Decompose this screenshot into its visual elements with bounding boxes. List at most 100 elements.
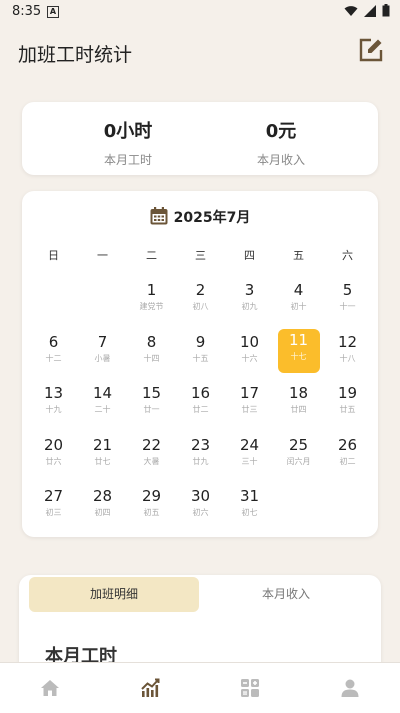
calendar-day[interactable]: 26 初二 — [323, 434, 372, 478]
day-number: 24 — [239, 435, 260, 454]
tab-overtime-details[interactable]: 加班明细 — [29, 577, 199, 612]
hours-label: 本月工时 — [103, 153, 152, 167]
calendar-day[interactable]: 5 十一 — [323, 279, 372, 323]
calendar-day[interactable]: 18 廿四 — [274, 382, 323, 426]
calendar-day[interactable]: 9 十五 — [176, 331, 225, 375]
calendar-day[interactable]: 1 建党节 — [127, 279, 176, 323]
day-number: 1 — [146, 281, 157, 299]
status-time: 8:35 — [12, 4, 42, 19]
lunar-label: 廿三 — [241, 405, 258, 414]
calendar-day[interactable]: 25 闰六月 — [274, 434, 323, 478]
lunar-label: 十五 — [192, 353, 209, 363]
calendar-header[interactable]: 2025年7月 — [22, 207, 378, 227]
hours-stat: 0小时 本月工时 — [68, 117, 188, 168]
calendar-week-row: 20 廿六 21 廿七 22 大暑 23 廿九 24 三十 25 闰六月 26 初二 — [29, 434, 372, 486]
lunar-label: 廿四 — [290, 405, 307, 414]
calendar-day[interactable]: 3 初九 — [225, 279, 274, 323]
lunar-label: 大暑 — [143, 456, 160, 466]
lunar-label: 十二 — [45, 353, 62, 363]
calendar-week-row: 1 建党节 2 初八 3 初九 4 初十 5 十一 — [29, 279, 372, 331]
edit-button[interactable] — [358, 37, 384, 63]
nav-home[interactable] — [0, 663, 100, 713]
tab-monthly-income[interactable]: 本月收入 — [201, 577, 371, 612]
status-bar: 8:35 A — [0, 0, 400, 24]
calendar-day[interactable]: 20 廿六 — [29, 434, 78, 478]
nav-profile[interactable] — [300, 663, 400, 713]
calendar-day[interactable]: 31 初七 — [225, 485, 274, 529]
grid-icon — [241, 679, 259, 697]
calendar-day[interactable]: 2 初八 — [176, 279, 225, 323]
hours-value: 0小时 — [103, 121, 153, 142]
day-number: 30 — [190, 487, 211, 505]
day-number: 6 — [48, 332, 59, 351]
calendar-week-row: 27 初三 28 初四 29 初五 30 初六 31 初七 — [29, 485, 372, 537]
calendar-grid: 1 建党节 2 初八 3 初九 4 初十 5 十一 6 十二 7 小暑 8 十四 9 十五 10 十六 11 十七 12 十八… — [29, 279, 372, 537]
bottom-nav — [0, 662, 400, 713]
lunar-label: 十一 — [339, 302, 356, 311]
lunar-label: 小暑 — [94, 353, 111, 363]
day-number: 28 — [92, 487, 113, 505]
income-label: 本月收入 — [256, 153, 305, 167]
calendar-day[interactable]: 17 廿三 — [225, 382, 274, 426]
calendar-empty-cell — [274, 485, 323, 529]
lunar-label: 初三 — [45, 508, 62, 517]
calendar-day[interactable]: 8 十四 — [127, 331, 176, 375]
weekday-label: 六 — [342, 249, 353, 262]
lunar-label: 闰六月 — [286, 456, 311, 466]
calendar-day[interactable]: 28 初四 — [78, 485, 127, 529]
day-number: 31 — [239, 487, 260, 505]
calendar-day[interactable]: 7 小暑 — [78, 331, 127, 375]
day-number: 18 — [288, 384, 309, 402]
day-number: 15 — [141, 384, 162, 402]
stats-card: 0小时 本月工时 0元 本月收入 — [22, 102, 378, 175]
lunar-label: 初九 — [241, 302, 258, 311]
calendar-day[interactable]: 12 十八 — [323, 331, 372, 375]
day-number: 3 — [244, 281, 255, 299]
calendar-day[interactable]: 23 廿九 — [176, 434, 225, 478]
day-number: 13 — [43, 384, 64, 402]
day-number: 20 — [43, 435, 64, 454]
day-number: 29 — [141, 487, 162, 505]
day-number: 5 — [342, 281, 353, 299]
nav-statistics[interactable] — [100, 663, 200, 713]
calendar-day[interactable]: 16 廿二 — [176, 382, 225, 426]
calendar-day[interactable]: 6 十二 — [29, 331, 78, 375]
income-value: 0元 — [265, 121, 297, 142]
day-number: 14 — [92, 384, 113, 402]
chart-icon — [141, 678, 160, 697]
calendar-icon — [150, 207, 168, 225]
calendar-card: 2025年7月 日 一 二 三 四 五 六 1 建党节 2 初八 3 初九 4 初十 5 十一 6 十二 7 小暑 8 十… — [22, 191, 378, 537]
lunar-label: 二十 — [94, 405, 111, 414]
weekday-row: 日一二三四五六 — [29, 247, 372, 263]
calendar-day[interactable]: 21 廿七 — [78, 434, 127, 478]
day-number: 2 — [195, 281, 206, 299]
lunar-label: 初四 — [94, 508, 111, 517]
calendar-day[interactable]: 29 初五 — [127, 485, 176, 529]
weekday-label: 三 — [195, 249, 206, 262]
calendar-day[interactable]: 10 十六 — [225, 331, 274, 375]
calendar-day-selected[interactable]: 11 十七 — [277, 328, 320, 373]
calendar-day[interactable]: 15 廿一 — [127, 382, 176, 426]
calendar-day[interactable]: 14 二十 — [78, 382, 127, 426]
calendar-day[interactable]: 27 初三 — [29, 485, 78, 529]
lunar-label: 初五 — [143, 508, 160, 517]
day-number: 8 — [146, 332, 157, 351]
calendar-week-row: 6 十二 7 小暑 8 十四 9 十五 10 十六 11 十七 12 十八 — [29, 328, 372, 383]
day-number: 9 — [195, 332, 206, 351]
day-number: 19 — [337, 384, 358, 402]
calendar-day[interactable]: 22 大暑 — [127, 434, 176, 478]
calendar-week-row: 13 十九 14 二十 15 廿一 16 廿二 17 廿三 18 廿四 19 廿五 — [29, 382, 372, 434]
weekday-label: 日 — [48, 249, 59, 262]
lunar-label: 十四 — [143, 353, 160, 363]
nav-tools[interactable] — [200, 663, 300, 713]
calendar-day[interactable]: 13 十九 — [29, 382, 78, 426]
lunar-label: 初八 — [192, 302, 209, 311]
calendar-day[interactable]: 30 初六 — [176, 485, 225, 529]
calendar-day[interactable]: 4 初十 — [274, 279, 323, 323]
person-icon — [341, 679, 359, 697]
day-number: 12 — [337, 332, 358, 351]
lunar-label: 廿六 — [45, 456, 62, 466]
lunar-label: 三十 — [241, 456, 258, 466]
calendar-day[interactable]: 19 廿五 — [323, 382, 372, 426]
calendar-day[interactable]: 24 三十 — [225, 434, 274, 478]
